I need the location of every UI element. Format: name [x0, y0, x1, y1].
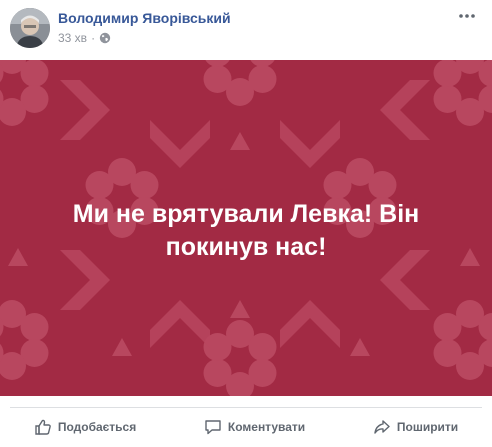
banner-text: Ми не врятували Левка! Він покинув нас! — [72, 200, 420, 261]
post-header: Володимир Яворівський 33 хв · — [0, 0, 492, 58]
like-label: Подобається — [57, 420, 137, 434]
like-button[interactable]: Подобається — [34, 418, 136, 436]
avatar[interactable] — [10, 8, 50, 48]
actions-divider — [10, 407, 482, 408]
thumbs-up-icon — [35, 419, 51, 435]
facebook-post: Володимир Яворівський 33 хв · Ми не врят… — [0, 0, 492, 447]
post-banner: Ми не врятували Левка! Він покинув нас! — [0, 60, 492, 396]
more-options-icon[interactable] — [458, 9, 476, 23]
globe-icon[interactable] — [99, 32, 111, 44]
post-meta: 33 хв · — [58, 31, 111, 45]
comment-label: Коментувати — [227, 420, 306, 434]
author-name[interactable]: Володимир Яворівський — [58, 10, 231, 26]
post-actions: Подобається Коментувати Поширити — [0, 412, 492, 442]
share-label: Поширити — [396, 420, 459, 434]
comment-button[interactable]: Коментувати — [204, 418, 305, 436]
comment-icon — [205, 420, 221, 435]
share-icon — [374, 420, 390, 434]
meta-separator: · — [91, 31, 96, 45]
post-time[interactable]: 33 хв — [58, 31, 87, 45]
share-button[interactable]: Поширити — [373, 418, 458, 436]
